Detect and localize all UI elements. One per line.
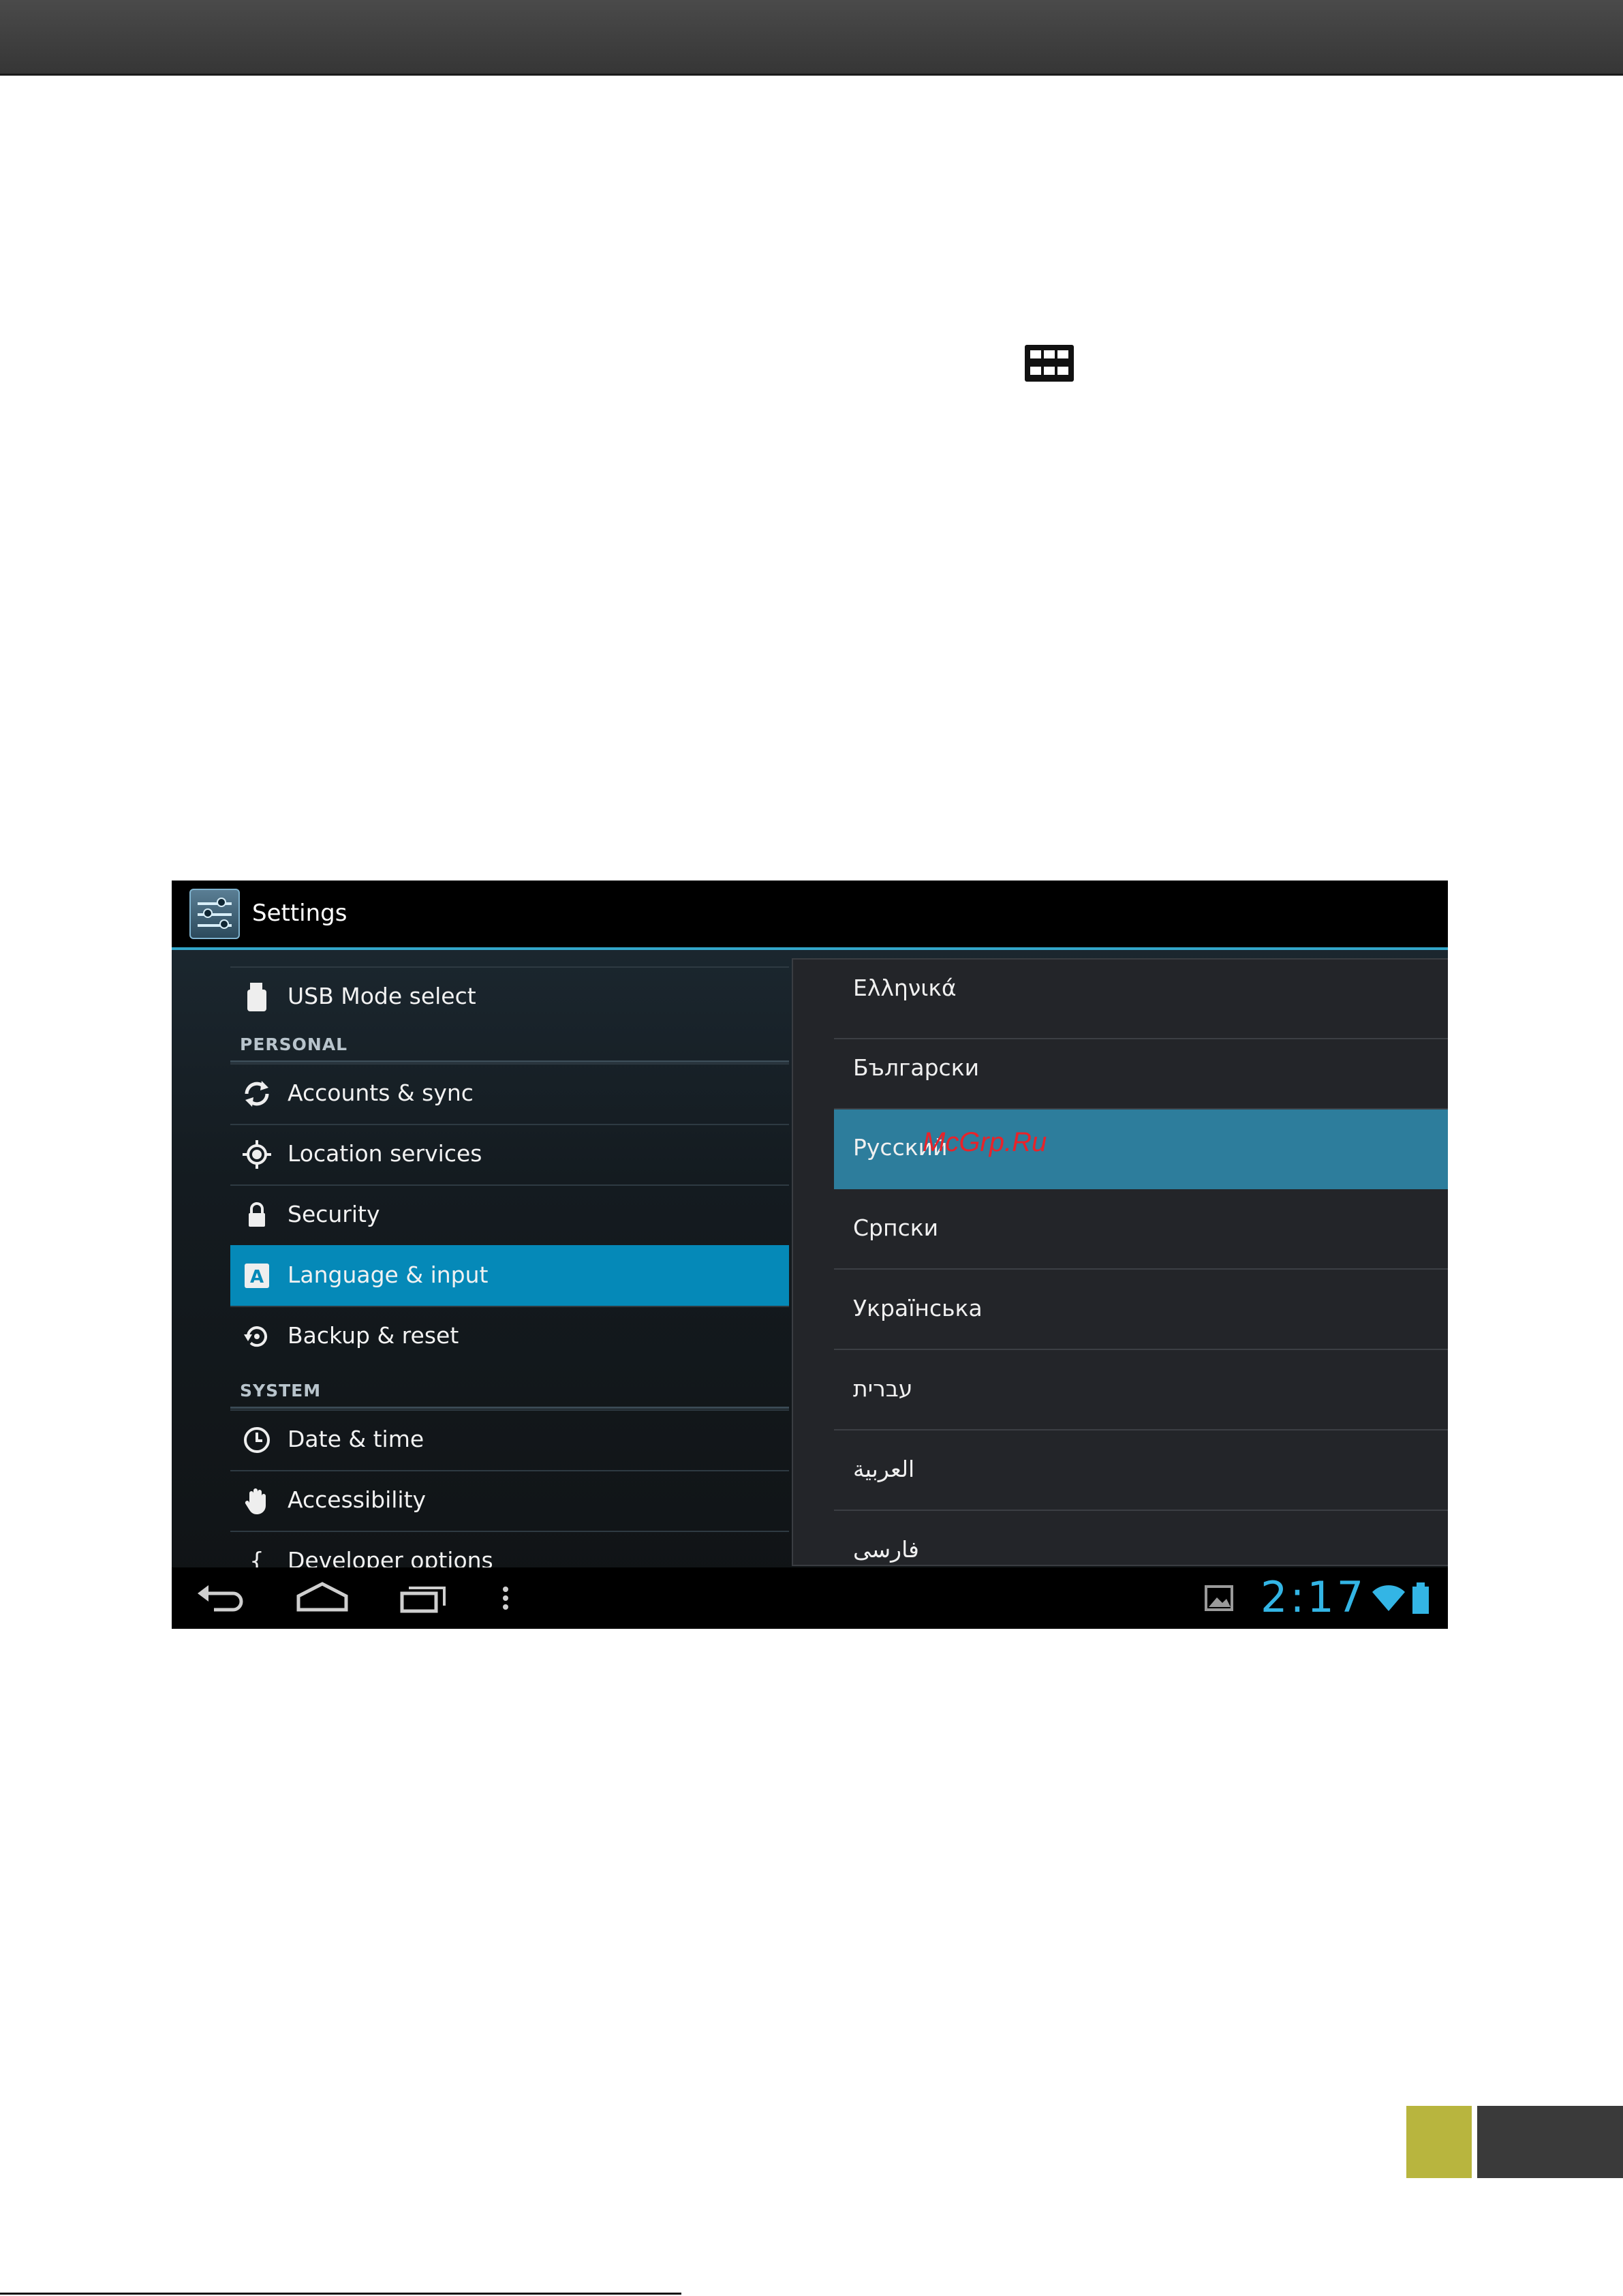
settings-item-accounts-sync[interactable]: Accounts & sync xyxy=(230,1063,789,1124)
system-bar: 2:17 xyxy=(172,1567,1448,1629)
settings-item-label: Date & time xyxy=(288,1426,424,1452)
settings-list: USB Mode select PERSONAL Accounts & sync… xyxy=(230,965,789,1606)
sync-icon xyxy=(241,1078,273,1109)
settings-item-label: Security xyxy=(288,1201,380,1227)
section-divider xyxy=(230,1060,789,1062)
menu-overflow-icon[interactable] xyxy=(492,1578,519,1618)
section-divider xyxy=(230,1407,789,1409)
settings-item-backup-reset[interactable]: Backup & reset xyxy=(230,1306,789,1366)
settings-item-usb-mode[interactable]: USB Mode select xyxy=(230,966,789,1027)
wifi-icon xyxy=(1370,1581,1408,1615)
clock-icon xyxy=(241,1424,273,1456)
recent-apps-button[interactable] xyxy=(394,1578,455,1618)
app-grid-icon xyxy=(1025,345,1074,382)
corner-block-dark xyxy=(1477,2106,1623,2178)
svg-text:A: A xyxy=(250,1267,264,1287)
language-label: Українська xyxy=(853,1295,983,1321)
app-title: Settings xyxy=(252,900,347,927)
section-header-system: SYSTEM xyxy=(240,1381,322,1400)
language-option[interactable]: العربية xyxy=(834,1431,1448,1511)
settings-item-language-input[interactable]: A Language & input xyxy=(230,1245,789,1306)
watermark: McGrp.Ru xyxy=(923,1127,1047,1157)
back-button[interactable] xyxy=(192,1578,253,1618)
settings-app-icon[interactable] xyxy=(189,889,240,939)
battery-icon xyxy=(1409,1581,1432,1617)
language-label: עברית xyxy=(853,1375,913,1402)
home-button[interactable] xyxy=(292,1578,353,1618)
language-label: فارسی xyxy=(853,1536,919,1563)
settings-item-security[interactable]: Security xyxy=(230,1184,789,1245)
page-header-bar xyxy=(0,0,1623,76)
language-label: Ελληνικά xyxy=(853,975,957,1001)
language-option[interactable]: עברית xyxy=(834,1351,1448,1430)
settings-item-location[interactable]: Location services xyxy=(230,1124,789,1184)
hand-icon xyxy=(241,1485,273,1516)
language-option[interactable]: Српски xyxy=(834,1190,1448,1270)
settings-item-label: Accessibility xyxy=(288,1486,427,1513)
settings-item-label: USB Mode select xyxy=(288,983,476,1009)
manual-page: Settings USB Mode select PERSONAL Accoun… xyxy=(0,0,1623,2296)
settings-item-label: Backup & reset xyxy=(288,1322,459,1349)
settings-item-date-time[interactable]: Date & time xyxy=(230,1409,789,1470)
language-icon: A xyxy=(241,1260,273,1291)
location-icon xyxy=(241,1139,273,1170)
language-label: Српски xyxy=(853,1214,939,1241)
language-option[interactable]: Українська xyxy=(834,1270,1448,1350)
language-label: Български xyxy=(853,1054,980,1081)
action-bar: Settings xyxy=(172,881,1448,950)
settings-item-label: Language & input xyxy=(288,1261,489,1288)
settings-item-label: Location services xyxy=(288,1140,482,1167)
section-header-personal: PERSONAL xyxy=(240,1035,348,1054)
language-option[interactable]: Български xyxy=(834,1030,1448,1109)
screenshot-notification-icon[interactable] xyxy=(1202,1582,1236,1614)
language-picker-dialog: Ελληνικά Български Русский Српски Україн… xyxy=(792,958,1448,1591)
tablet-screenshot: Settings USB Mode select PERSONAL Accoun… xyxy=(172,881,1448,1629)
footer-rule xyxy=(0,2293,681,2295)
status-clock: 2:17 xyxy=(1261,1572,1367,1622)
usb-drive-icon xyxy=(241,981,273,1013)
settings-item-label: Accounts & sync xyxy=(288,1080,474,1106)
settings-item-accessibility[interactable]: Accessibility xyxy=(230,1470,789,1531)
language-label: العربية xyxy=(853,1456,915,1482)
language-option[interactable]: Ελληνικά xyxy=(834,960,1448,1039)
lock-icon xyxy=(241,1199,273,1231)
corner-block-olive xyxy=(1406,2106,1472,2178)
backup-icon xyxy=(241,1321,273,1352)
